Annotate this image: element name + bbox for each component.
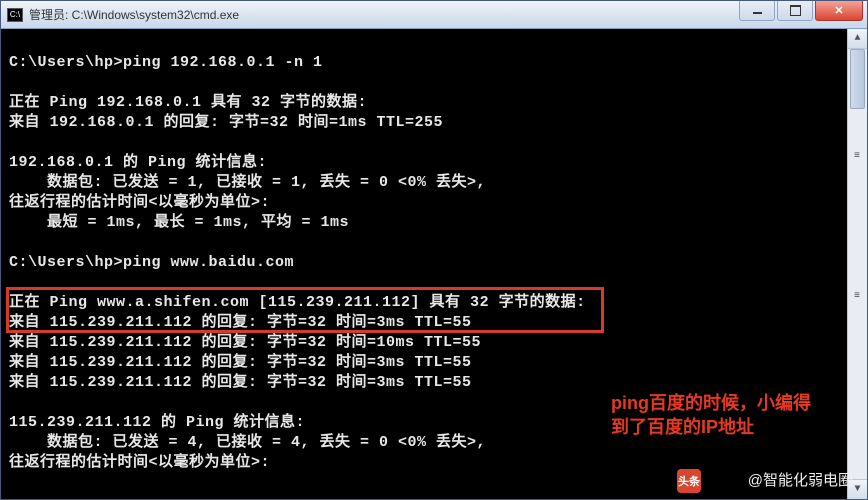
annotation-text: ping百度的时候，小编得 到了百度的IP地址	[611, 391, 811, 439]
annotation-line: ping百度的时候，小编得	[611, 391, 811, 415]
window-buttons	[739, 1, 867, 28]
annotation-line: 到了百度的IP地址	[611, 415, 811, 439]
maximize-button[interactable]	[777, 1, 813, 21]
cmd-window: C:\ 管理员: C:\Windows\system32\cmd.exe C:\…	[0, 0, 868, 500]
vertical-scrollbar[interactable]: ▲ ≡ ≡ ▼	[847, 29, 867, 499]
scroll-mark-icon: ≡	[843, 289, 868, 303]
close-button[interactable]	[815, 1, 863, 21]
scroll-up-button[interactable]: ▲	[848, 29, 867, 49]
watermark-text: @智能化弱电圈	[748, 469, 853, 490]
titlebar[interactable]: C:\ 管理员: C:\Windows\system32\cmd.exe	[1, 1, 867, 29]
window-title: 管理员: C:\Windows\system32\cmd.exe	[29, 6, 739, 23]
minimize-button[interactable]	[739, 1, 775, 21]
scroll-mark-icon: ≡	[843, 149, 868, 163]
cmd-icon: C:\	[7, 8, 23, 22]
watermark-logo: 头条	[677, 469, 701, 493]
scroll-thumb[interactable]	[850, 49, 865, 109]
